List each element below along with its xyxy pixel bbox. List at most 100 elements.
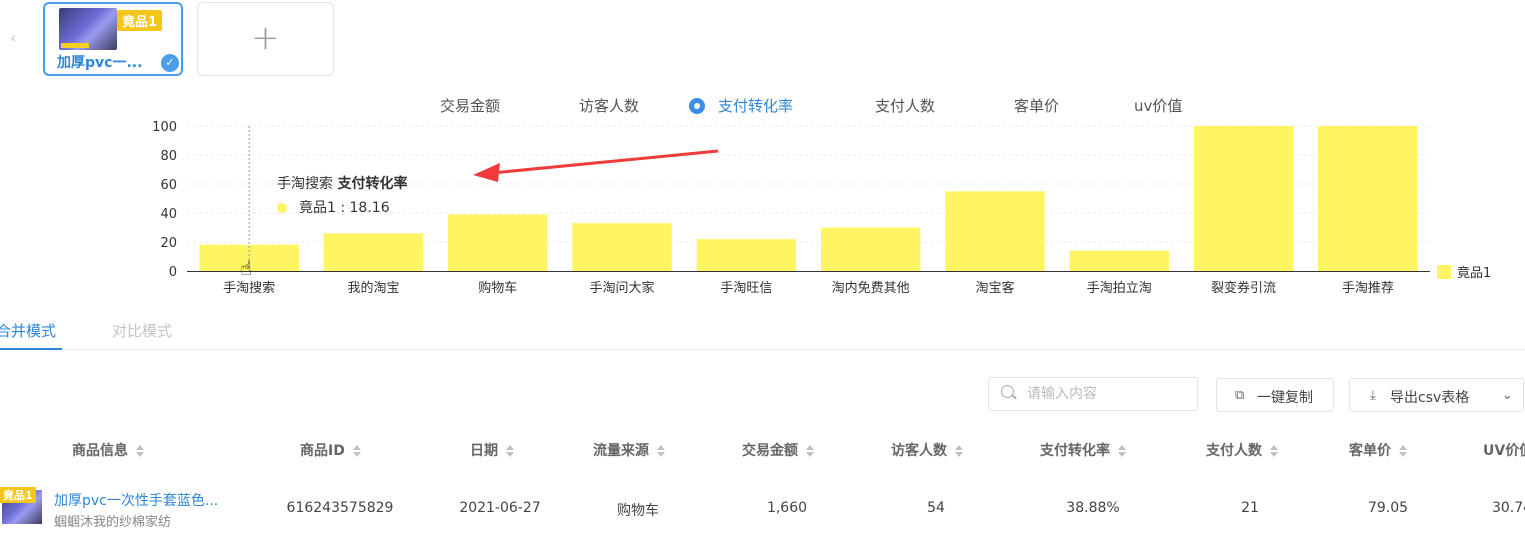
- tooltip-category: 手淘搜索: [277, 176, 333, 192]
- row-shop-name: 蝈蝈沐我的纱棉家纺: [54, 515, 172, 530]
- y-tick-label: 40: [160, 207, 177, 222]
- cell-uv-value: 30.74: [1491, 500, 1525, 516]
- y-tick-label: 60: [160, 178, 177, 193]
- chart-bar[interactable]: [1069, 250, 1169, 271]
- cell-date: 2021-06-27: [459, 500, 541, 516]
- chart-bar[interactable]: [1318, 126, 1418, 271]
- col-header-visitors[interactable]: 访客人数: [891, 440, 963, 460]
- cell-unit-price: 79.05: [1367, 500, 1409, 516]
- x-tick-label: 淘内免费其他: [832, 280, 910, 296]
- export-csv-button[interactable]: ⤓ 导出csv表格 ⌄: [1349, 378, 1524, 412]
- table-header: 商品信息 商品ID 日期 流量来源 交易金额 访客人数 支付转化率 支付人数 客…: [0, 430, 1525, 470]
- sort-icon: [657, 445, 665, 457]
- legend-swatch: [1437, 265, 1451, 279]
- cell-transaction-amount: 1,660: [766, 500, 808, 516]
- col-header-uv-value[interactable]: UV价值: [1483, 440, 1525, 460]
- prev-arrow-icon[interactable]: ‹: [10, 28, 16, 47]
- product-card-selected[interactable]: 竟品1 加厚pvc一... ✓: [43, 2, 183, 76]
- sort-icon: [136, 445, 144, 457]
- annotation-arrowhead: [473, 163, 500, 182]
- chart-bar[interactable]: [820, 227, 921, 272]
- x-tick-label: 手淘搜索: [223, 281, 275, 296]
- tab-compare-mode[interactable]: 对比模式: [112, 320, 172, 341]
- tab-merged-mode[interactable]: 合并模式: [0, 320, 56, 341]
- sort-icon: [352, 445, 361, 457]
- col-header-transaction-amount[interactable]: 交易金额: [742, 440, 814, 460]
- x-tick-label: 购物车: [478, 280, 517, 296]
- tab-unit-price[interactable]: 客单价: [1014, 95, 1059, 116]
- x-tick-label: 淘宝客: [975, 280, 1014, 296]
- copy-button[interactable]: ⧉ 一键复制: [1216, 378, 1334, 412]
- x-tick-label: 我的淘宝: [347, 280, 399, 296]
- x-tick-label: 裂变券引流: [1211, 280, 1276, 296]
- chart-bar[interactable]: [448, 214, 548, 271]
- tab-transaction-amount[interactable]: 交易金额: [440, 95, 500, 116]
- cell-traffic-source: 购物车: [617, 503, 659, 519]
- chart-legend[interactable]: 竟品1: [1437, 262, 1491, 281]
- cell-buyers: 21: [1241, 500, 1259, 516]
- add-product-button[interactable]: +: [197, 2, 334, 76]
- sort-icon: [806, 445, 814, 457]
- sort-icon: [1118, 445, 1126, 457]
- annotation-arrow: [491, 149, 719, 175]
- tab-buyers[interactable]: 支付人数: [875, 95, 935, 116]
- tab-visitors[interactable]: 访客人数: [579, 95, 639, 116]
- tab-conversion-rate[interactable]: 支付转化率: [718, 95, 793, 116]
- search-icon: [1001, 385, 1014, 398]
- chart-bar[interactable]: [323, 233, 424, 271]
- y-tick-label: 0: [169, 265, 177, 280]
- col-header-buyers[interactable]: 支付人数: [1206, 440, 1278, 460]
- sort-icon: [1270, 445, 1278, 457]
- export-button-label: 导出csv表格: [1390, 390, 1470, 406]
- cell-product-id: 616243575829: [286, 500, 394, 516]
- chart-bar[interactable]: [696, 239, 797, 271]
- col-header-conversion-rate[interactable]: 支付转化率: [1040, 440, 1126, 460]
- col-header-unit-price[interactable]: 客单价: [1349, 440, 1407, 460]
- row-product-name[interactable]: 加厚pvc一次性手套蓝色...: [54, 490, 218, 510]
- search-field[interactable]: [988, 377, 1198, 411]
- cell-visitors: 54: [927, 500, 945, 516]
- col-header-traffic-source[interactable]: 流量来源: [593, 440, 665, 460]
- tooltip-title: 手淘搜索 支付转化率: [277, 173, 407, 193]
- check-icon: ✓: [161, 54, 179, 72]
- x-tick-label: 手淘推荐: [1342, 281, 1394, 296]
- tooltip-value: 竟品1 : 18.16: [299, 200, 390, 216]
- tooltip-metric: 支付转化率: [337, 176, 408, 192]
- tooltip-row: 竟品1 : 18.16: [277, 197, 390, 217]
- copy-icon: ⧉: [1235, 388, 1245, 403]
- row-product-tag: 竟品1: [0, 487, 36, 503]
- table-row[interactable]: 竟品1 加厚pvc一次性手套蓝色... 蝈蝈沐我的纱棉家纺 6162435758…: [0, 482, 1525, 535]
- chevron-down-icon[interactable]: ⌄: [1502, 388, 1513, 403]
- legend-label: 竟品1: [1457, 266, 1492, 281]
- y-tick-label: 100: [152, 120, 177, 135]
- product-thumbnail: [59, 8, 117, 50]
- y-tick-label: 80: [160, 149, 177, 164]
- mode-tabs: 合并模式 对比模式: [0, 320, 1525, 350]
- hand-cursor-icon: ☝: [240, 256, 252, 280]
- chart-bar[interactable]: [572, 223, 672, 271]
- metric-tabs: 交易金额 访客人数 支付转化率 支付人数 客单价 uv价值: [0, 95, 1525, 117]
- product-name: 加厚pvc一...: [57, 55, 143, 71]
- search-input[interactable]: [1027, 384, 1187, 404]
- plus-icon: +: [251, 18, 280, 59]
- y-tick-label: 20: [160, 236, 177, 251]
- active-tab-underline: [0, 348, 62, 350]
- col-header-product-id[interactable]: 商品ID: [300, 440, 361, 460]
- chart-bar[interactable]: [1193, 126, 1294, 271]
- download-icon: ⤓: [1370, 388, 1376, 403]
- x-tick-label: 手淘拍立淘: [1087, 281, 1152, 296]
- col-header-product-info[interactable]: 商品信息: [72, 440, 144, 460]
- product-tag: 竟品1: [117, 10, 163, 31]
- sort-icon: [955, 445, 963, 457]
- col-header-date[interactable]: 日期: [470, 440, 514, 460]
- radio-selected-icon[interactable]: [689, 98, 705, 114]
- x-tick-label: 手淘旺信: [720, 281, 772, 296]
- tab-uv-value[interactable]: uv价值: [1134, 95, 1182, 116]
- copy-button-label: 一键复制: [1257, 390, 1313, 406]
- series-dot-icon: [277, 203, 287, 213]
- cell-conversion-rate: 38.88%: [1066, 500, 1120, 516]
- sort-icon: [506, 445, 514, 457]
- chart-bar[interactable]: [945, 191, 1045, 271]
- x-tick-label: 手淘问大家: [590, 280, 655, 296]
- bar-chart: 020406080100手淘搜索 我的淘宝 购物车 手淘问大家 手淘旺信 淘内免费其他 淘宝…: [152, 120, 1430, 296]
